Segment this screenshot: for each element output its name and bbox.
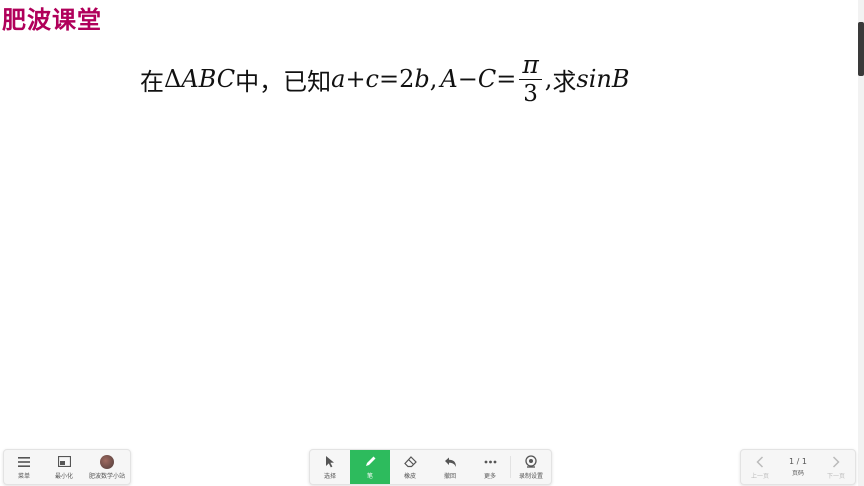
select-tool-button[interactable]: 选择 [310,450,350,484]
plus-sign: + [345,65,366,93]
left-toolbar: 菜单 最小化 肥波数学小站 [3,449,131,485]
page-label: 页码 [791,470,804,477]
equals-sign-2: = [496,65,517,93]
eraser-tool-button[interactable]: 橡皮 [390,450,430,484]
undo-button[interactable]: 撤回 [430,450,470,484]
more-button[interactable]: 更多 [470,450,510,484]
prev-page-button[interactable]: 上一页 [741,450,779,484]
coef-two: 2 [399,65,415,93]
page-number: 1 / 1 [789,457,807,466]
problem-middle: 中，已知 [235,67,332,96]
more-label: 更多 [483,473,496,480]
var-C: C [477,65,497,93]
eraser-label: 橡皮 [403,473,416,480]
ask-word: 求 [552,67,577,96]
minimize-button[interactable]: 最小化 [44,450,84,484]
channel-label: 肥波数学小站 [88,473,125,480]
menu-label: 菜单 [17,473,30,480]
chevron-right-icon [832,455,840,468]
pen-label: 笔 [366,473,373,480]
undo-icon [444,457,456,467]
fraction-pi-over-3: π 3 [519,50,542,107]
next-page-button[interactable]: 下一页 [817,450,855,484]
record-settings-label: 录制设置 [518,473,543,480]
var-c: c [365,65,379,93]
comma-1: , [429,65,438,93]
minus-sign: − [457,65,478,93]
var-b: b [414,65,430,93]
eraser-icon [403,455,417,467]
next-page-label: 下一页 [826,473,845,480]
cursor-icon [326,456,334,468]
channel-button[interactable]: 肥波数学小站 [84,450,130,484]
var-a: a [331,65,346,93]
target-expression: sinB [576,65,630,93]
watermark-title: 肥波课堂 [2,6,102,34]
page-indicator[interactable]: 1 / 1 页码 [779,450,817,484]
record-settings-icon [525,455,537,468]
comma-2: , [544,65,553,93]
page-navigator: 上一页 1 / 1 页码 下一页 [740,449,856,485]
avatar [100,454,114,469]
var-A: A [440,65,458,93]
triangle-name: ABC [181,65,236,93]
drawing-toolbar: 选择 笔 橡皮 撤回 更多 录制设置 [309,449,552,485]
scrollbar-thumb[interactable] [858,22,864,76]
fraction-numerator: π [522,50,539,79]
vertical-scrollbar[interactable] [858,0,864,486]
equals-sign: = [379,65,400,93]
menu-icon [18,456,30,467]
pen-tool-button[interactable]: 笔 [350,450,390,484]
chevron-left-icon [756,455,764,468]
minimize-icon [57,456,71,467]
menu-button[interactable]: 菜单 [4,450,44,484]
problem-statement: 在 Δ ABC 中，已知 a + c = 2 b , A − C = π 3 ,… [140,44,630,114]
pen-icon [365,456,375,466]
delta-symbol: Δ [164,65,182,93]
fraction-denominator: 3 [523,81,538,107]
undo-label: 撤回 [443,473,456,480]
minimize-label: 最小化 [54,473,73,480]
prev-page-label: 上一页 [750,473,769,480]
select-label: 选择 [323,473,336,480]
problem-prefix: 在 [140,67,164,96]
more-icon [484,460,496,463]
record-settings-button[interactable]: 录制设置 [511,450,551,484]
